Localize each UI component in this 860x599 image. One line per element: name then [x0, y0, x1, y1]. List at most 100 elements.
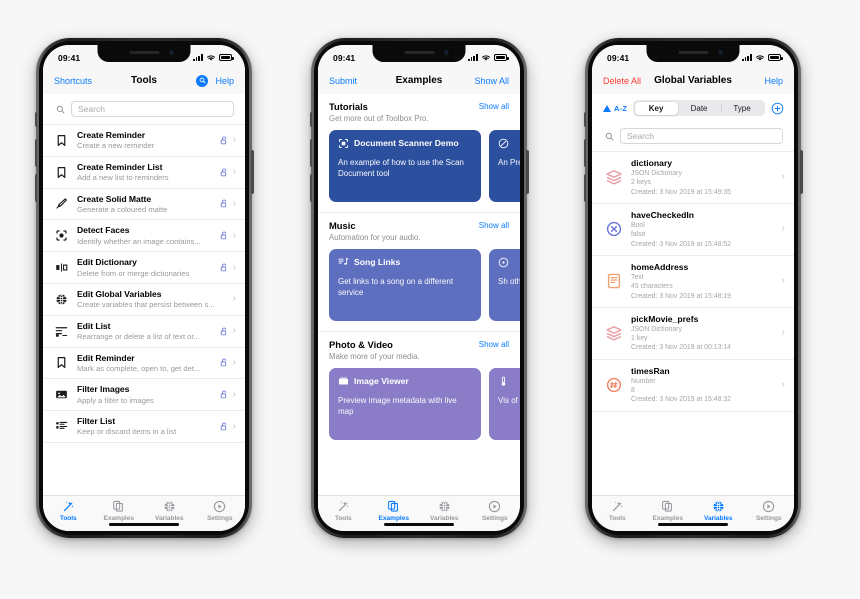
tab-label: Variables [154, 514, 184, 522]
home-indicator[interactable] [109, 523, 179, 526]
submit-button[interactable]: Submit [329, 76, 357, 86]
tool-row[interactable]: Detect Faces Identify whether an image co… [43, 220, 245, 253]
shortcuts-button[interactable]: Shortcuts [54, 76, 92, 86]
tool-row[interactable]: Edit Dictionary Delete from or merge dict… [43, 252, 245, 284]
segment-key[interactable]: Key [634, 101, 678, 115]
lock-icon[interactable] [220, 390, 228, 399]
variable-row[interactable]: pickMovie_prefs JSON Dictionary 1 key Creat… [592, 307, 794, 360]
example-card[interactable]: Image Viewer Preview image metadata with … [329, 367, 481, 440]
delete-all-button[interactable]: Delete All [603, 76, 641, 86]
section-show-all-link[interactable]: Show all [479, 339, 509, 349]
section-card-row[interactable]: Song Links Get links to a song on a diffe… [318, 247, 520, 331]
power-button[interactable] [800, 150, 803, 194]
card-header [498, 138, 520, 149]
help-button[interactable]: Help [764, 76, 783, 86]
tool-row[interactable]: Edit List Rearrange or delete a list of t… [43, 315, 245, 348]
section-card-row[interactable]: Document Scanner Demo An example of how t… [318, 128, 520, 212]
search-row: Search [592, 121, 794, 151]
mute-switch[interactable] [34, 112, 37, 127]
example-card[interactable]: Vis of [489, 367, 520, 440]
lock-icon[interactable] [220, 168, 228, 177]
tool-row[interactable]: Create Reminder List Add a new list to re… [43, 156, 245, 189]
example-card[interactable]: Song Links Get links to a song on a diffe… [329, 248, 481, 321]
tool-accessories: › [220, 326, 236, 336]
segment-date[interactable]: Date [678, 102, 721, 115]
lock-icon[interactable] [220, 199, 228, 208]
power-button[interactable] [251, 150, 254, 194]
tool-row[interactable]: Edit Global Variables Create variables th… [43, 283, 245, 316]
variable-text: homeAddress Text 45 characters Created: 3 N… [631, 262, 773, 301]
status-time: 09:41 [333, 52, 356, 63]
variable-row[interactable]: haveCheckedIn Bool false Created: 3 Nov 201… [592, 203, 794, 256]
tab-variables[interactable]: Variables [695, 499, 741, 522]
volume-down-button[interactable] [34, 174, 37, 202]
notch [97, 45, 191, 62]
variable-row[interactable]: timesRan Number 8 Created: 3 Nov 2019 at 15… [592, 359, 794, 412]
lock-icon[interactable] [220, 358, 228, 367]
tab-tools[interactable]: Tools [594, 499, 640, 522]
bookmark-icon [57, 357, 66, 369]
section-card-row[interactable]: Image Viewer Preview image metadata with … [318, 366, 520, 450]
show-all-button[interactable]: Show All [474, 76, 509, 86]
status-time: 09:41 [607, 52, 630, 63]
segment-type[interactable]: Type [720, 102, 764, 115]
power-button[interactable] [526, 150, 529, 194]
volume-up-button[interactable] [34, 139, 37, 167]
tool-row[interactable]: Filter Images Apply a filter to images › [43, 379, 245, 412]
tool-row[interactable]: Filter List Keep or discard items in a li… [43, 411, 245, 443]
section-show-all-link[interactable]: Show all [479, 101, 509, 111]
lock-icon [220, 231, 226, 240]
section-title: Music [329, 219, 356, 231]
tab-tools[interactable]: Tools [45, 499, 91, 522]
lock-icon[interactable] [220, 422, 228, 431]
x-circle-icon [606, 222, 621, 237]
tab-tools[interactable]: Tools [320, 499, 366, 522]
mute-switch[interactable] [309, 112, 312, 127]
home-indicator[interactable] [658, 523, 728, 526]
volume-up-button[interactable] [309, 139, 312, 167]
tool-title: Create Reminder [77, 130, 146, 140]
tab-variables[interactable]: Variables [146, 499, 192, 522]
wand-icon [337, 499, 350, 513]
example-card[interactable]: An Pre [489, 129, 520, 202]
tab-examples[interactable]: Examples [371, 499, 417, 522]
help-button[interactable]: Help [215, 76, 234, 86]
search-icon[interactable] [196, 74, 209, 87]
section-titles: Music Automation for your audio. [329, 220, 420, 243]
variable-created: Created: 3 Nov 2019 at 15:48:19 [631, 292, 731, 300]
sort-direction-button[interactable]: A-Z [603, 104, 627, 113]
tool-row[interactable]: Create Reminder Create a new reminder › [43, 125, 245, 157]
example-card[interactable]: Sh oth [489, 248, 520, 321]
home-indicator[interactable] [384, 523, 454, 526]
tool-row[interactable]: Create Solid Matte Generate a coloured ma… [43, 188, 245, 221]
card-header: Document Scanner Demo [338, 138, 472, 149]
volume-up-button[interactable] [583, 139, 586, 167]
search-input[interactable]: Search [620, 128, 783, 144]
variable-row[interactable]: dictionary JSON Dictionary 2 keys Created: … [592, 152, 794, 204]
volume-down-button[interactable] [309, 174, 312, 202]
lock-icon[interactable] [220, 263, 228, 272]
globe-icon [439, 500, 450, 512]
lock-icon[interactable] [220, 231, 228, 240]
tool-row[interactable]: Edit Reminder Mark as complete, open to, … [43, 347, 245, 380]
search-input[interactable]: Search [71, 101, 234, 117]
lock-icon[interactable] [220, 327, 228, 336]
tab-examples[interactable]: Examples [96, 499, 142, 522]
tools-list: Create Reminder Create a new reminder › Cre… [43, 124, 245, 443]
plus-circle-icon[interactable] [771, 102, 784, 115]
section-show-all-link[interactable]: Show all [479, 220, 509, 230]
lock-icon[interactable] [220, 136, 228, 145]
tab-variables[interactable]: Variables [421, 499, 467, 522]
tab-settings[interactable]: Settings [197, 499, 243, 522]
example-card[interactable]: Document Scanner Demo An example of how t… [329, 129, 481, 202]
sort-segmented-control[interactable]: Key Date Type [633, 100, 765, 116]
wand-icon [63, 500, 74, 511]
tab-settings[interactable]: Settings [472, 499, 518, 522]
variable-row[interactable]: homeAddress Text 45 characters Created: 3 N… [592, 255, 794, 308]
variable-value: 2 keys [631, 179, 651, 187]
volume-down-button[interactable] [583, 174, 586, 202]
tab-examples[interactable]: Examples [645, 499, 691, 522]
mute-switch[interactable] [583, 112, 586, 127]
tab-settings[interactable]: Settings [746, 499, 792, 522]
tab-label: Tools [334, 514, 352, 522]
